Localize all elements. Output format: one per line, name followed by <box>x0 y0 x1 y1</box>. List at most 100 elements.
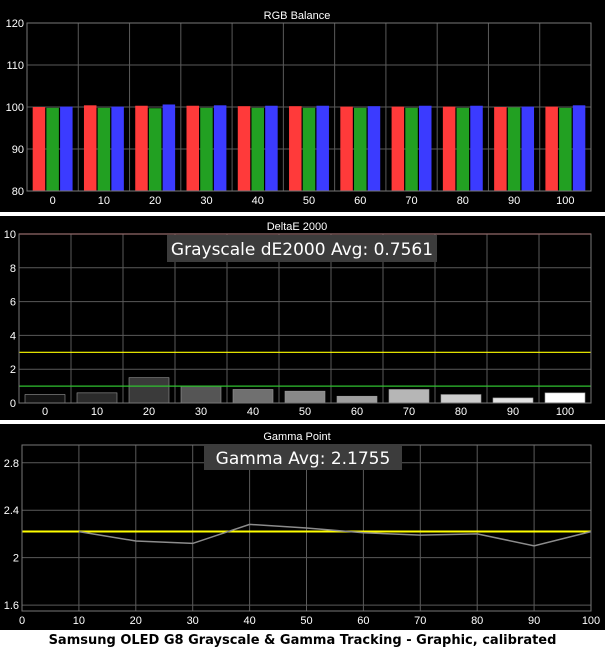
gamma-y-tick-label: 1.6 <box>4 600 19 612</box>
rgb-bar-green <box>46 107 59 191</box>
rgb-bar-green <box>507 107 521 191</box>
rgb-bar-green <box>559 107 572 191</box>
deltae-bar <box>232 389 274 404</box>
deltae-bar <box>284 390 326 404</box>
rgb-bar-red <box>545 106 558 191</box>
rgb-x-tick-label: 30 <box>200 195 212 207</box>
rgb-y-tick-label: 100 <box>6 102 24 114</box>
deltae-y-tick-label: 2 <box>10 364 16 376</box>
rgb-bar-red <box>186 105 200 191</box>
chart-figure: RGB Balance 8090100110120 0 10 20 30 40 50 60 7… <box>0 0 605 630</box>
deltae-avg-badge: Grayscale dE2000 Avg: 0.7561 <box>167 235 437 262</box>
deltae-y-tick-label: 10 <box>4 229 16 241</box>
rgb-bar-red <box>32 107 46 191</box>
deltae-x-tick-label: 30 <box>195 406 207 418</box>
rgb-bar-blue <box>213 105 227 191</box>
rgb-y-tick-label: 110 <box>6 60 24 72</box>
deltae-y-tick-label: 0 <box>10 398 16 410</box>
deltae-bar <box>76 392 118 404</box>
gamma-x-tick-label: 70 <box>414 615 426 627</box>
gamma-y-tick-label: 2.4 <box>4 505 19 517</box>
rgb-bars <box>32 104 586 191</box>
gamma-x-tick-label: 100 <box>582 615 600 627</box>
rgb-balance-panel: RGB Balance 80 90 100 110 120 0 10 20 30 40 50 60 7… <box>0 0 605 212</box>
deltae-x-tick-label: 0 <box>42 406 48 418</box>
rgb-bar-blue <box>265 105 278 191</box>
deltae-y-tick-label: 8 <box>10 263 16 275</box>
gamma-x-tick-label: 50 <box>300 615 312 627</box>
deltae-bar <box>128 377 170 404</box>
gamma-x-tick-label: 80 <box>471 615 483 627</box>
rgb-y-tick-label: 90 <box>12 144 24 156</box>
rgb-bar-red <box>391 106 405 191</box>
rgb-bar-blue <box>60 106 73 191</box>
rgb-bar-red <box>442 106 456 191</box>
rgb-bar-red <box>135 105 148 191</box>
deltae-bar <box>544 392 586 404</box>
rgb-x-tick-label: 80 <box>457 195 469 207</box>
deltae-panel: DeltaE 2000 0 2 4 6 8 10 0 10 20 30 40 50 60 70 80 90 1… <box>0 216 605 420</box>
gamma-x-tick-label: 60 <box>357 615 369 627</box>
rgb-bar-red <box>340 106 353 191</box>
deltae-bar <box>336 395 378 404</box>
gamma-y-tick-label: 2.8 <box>4 458 19 470</box>
rgb-bar-blue <box>521 106 535 191</box>
deltae-bar <box>440 394 482 404</box>
rgb-bar-blue <box>162 104 176 191</box>
rgb-bar-blue <box>418 105 432 191</box>
deltae-x-tick-label: 10 <box>91 406 103 418</box>
deltae-bar <box>180 385 222 404</box>
gamma-x-tick-label: 90 <box>528 615 540 627</box>
rgb-x-tick-label: 0 <box>50 195 56 207</box>
deltae-x-tick-label: 50 <box>299 406 311 418</box>
gamma-x-tick-label: 20 <box>130 615 142 627</box>
deltae-x-tick-label: 80 <box>455 406 467 418</box>
rgb-y-tick-label: 120 <box>6 18 24 30</box>
gamma-x-tick-label: 30 <box>187 615 199 627</box>
rgb-bar-green <box>200 107 213 191</box>
deltae-y-tick-label: 4 <box>10 330 16 342</box>
rgb-bar-green <box>405 107 418 191</box>
rgb-bar-blue <box>470 105 483 191</box>
rgb-bar-green <box>97 107 111 191</box>
rgb-bar-blue <box>572 105 586 191</box>
rgb-bar-red <box>494 107 507 191</box>
rgb-bar-blue <box>111 106 124 191</box>
rgb-x-tick-label: 50 <box>303 195 315 207</box>
rgb-bar-green <box>456 107 470 191</box>
rgb-x-tick-label: 60 <box>354 195 366 207</box>
gamma-avg-badge: Gamma Avg: 2.1755 <box>204 444 402 470</box>
deltae-x-tick-label: 90 <box>507 406 519 418</box>
rgb-bar-red <box>289 106 302 191</box>
rgb-x-tick-label: 40 <box>252 195 264 207</box>
gamma-x-tick-label: 40 <box>243 615 255 627</box>
deltae-bar <box>492 397 534 404</box>
rgb-x-tick-label: 70 <box>405 195 417 207</box>
rgb-x-tick-label: 90 <box>508 195 520 207</box>
deltae-x-tick-label: 70 <box>403 406 415 418</box>
rgb-x-tick-label: 10 <box>98 195 110 207</box>
deltae-x-tick-label: 100 <box>556 406 574 418</box>
gamma-avg-text: Gamma Avg: 2.1755 <box>216 449 391 469</box>
rgb-bar-green <box>302 107 316 191</box>
deltae-title: DeltaE 2000 <box>267 221 328 233</box>
rgb-bar-green <box>148 108 162 191</box>
rgb-bar-red <box>237 106 251 191</box>
gamma-x-tick-label: 0 <box>19 615 25 627</box>
rgb-x-tick-label: 100 <box>556 195 574 207</box>
deltae-y-tick-label: 6 <box>10 297 16 309</box>
rgb-bar-green <box>251 107 264 191</box>
deltae-bar <box>24 394 66 404</box>
deltae-avg-text: Grayscale dE2000 Avg: 0.7561 <box>171 240 433 260</box>
rgb-title: RGB Balance <box>264 10 331 22</box>
rgb-x-tick-label: 20 <box>149 195 161 207</box>
deltae-x-tick-label: 40 <box>247 406 259 418</box>
rgb-bar-blue <box>316 105 329 191</box>
gamma-title: Gamma Point <box>263 431 330 443</box>
rgb-bar-blue <box>367 106 381 191</box>
deltae-bar <box>388 389 430 404</box>
deltae-x-tick-label: 20 <box>143 406 155 418</box>
deltae-x-tick-label: 60 <box>351 406 363 418</box>
rgb-y-tick-label: 80 <box>12 186 24 198</box>
gamma-x-tick-label: 10 <box>73 615 85 627</box>
